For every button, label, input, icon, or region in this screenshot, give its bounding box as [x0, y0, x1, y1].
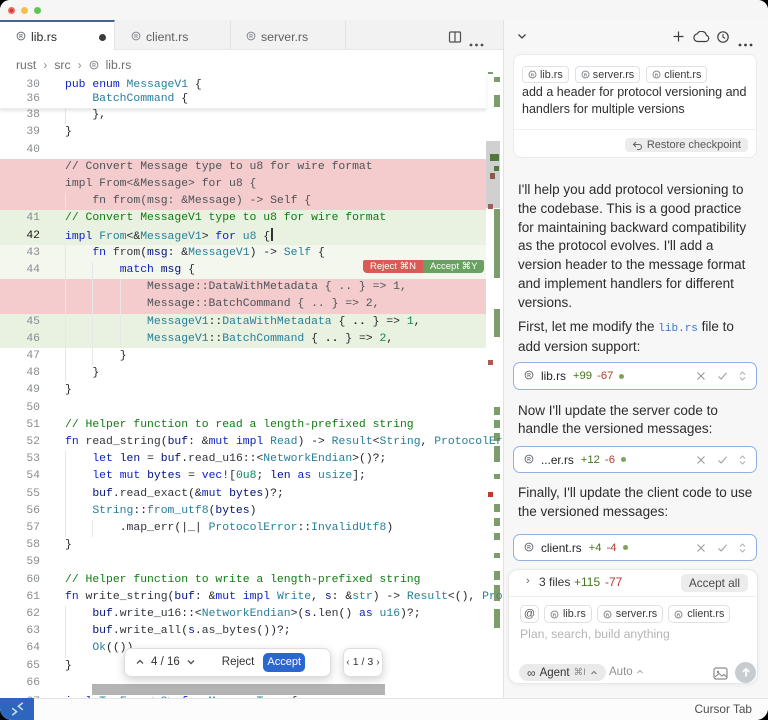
svg-text:R: R: [553, 612, 557, 618]
svg-text:R: R: [531, 72, 535, 78]
svg-text:R: R: [19, 34, 23, 40]
svg-text:R: R: [527, 545, 531, 551]
svg-text:R: R: [249, 34, 253, 40]
svg-text:R: R: [527, 457, 531, 463]
svg-text:R: R: [606, 612, 610, 618]
svg-text:R: R: [92, 63, 96, 69]
svg-text:R: R: [527, 373, 531, 379]
svg-text:R: R: [655, 72, 659, 78]
svg-text:R: R: [677, 612, 681, 618]
svg-text:R: R: [134, 34, 138, 40]
svg-text:R: R: [584, 72, 588, 78]
